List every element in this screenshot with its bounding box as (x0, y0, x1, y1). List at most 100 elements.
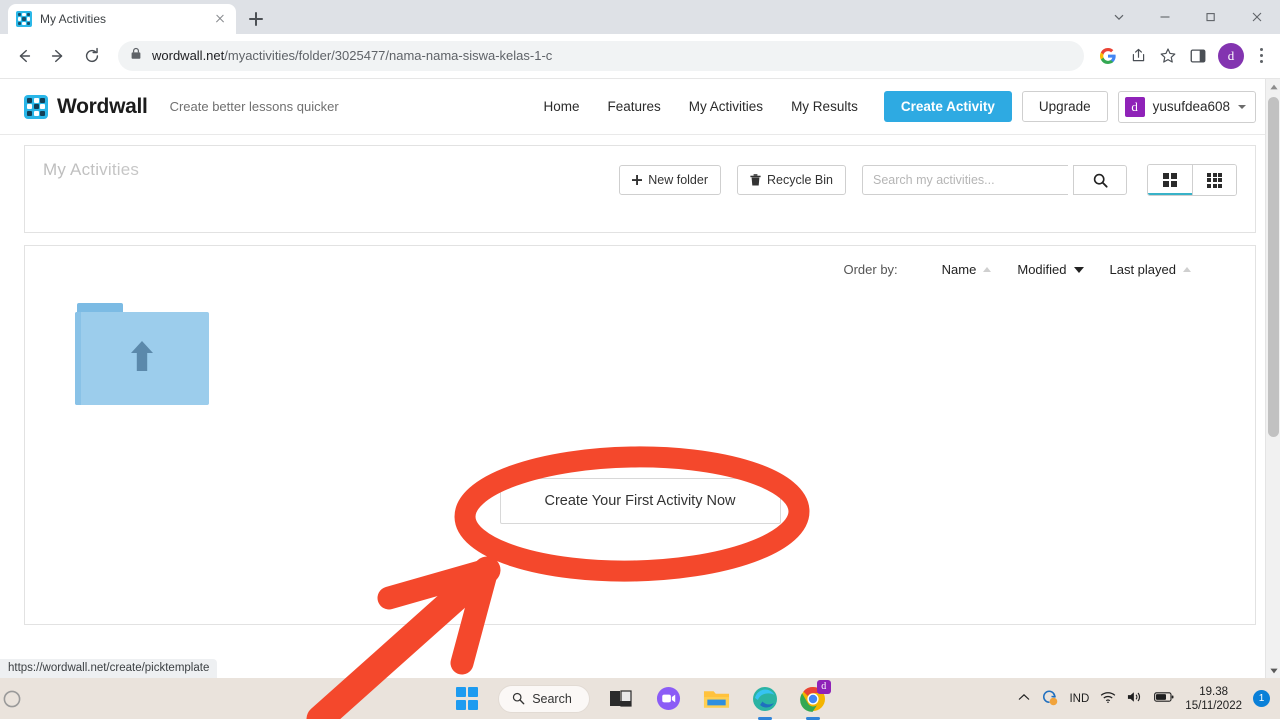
order-by-modified[interactable]: Modified (1017, 262, 1083, 277)
close-icon[interactable] (212, 11, 228, 27)
minimize-button[interactable] (1142, 0, 1188, 34)
windows-start-icon[interactable] (450, 682, 484, 716)
clock-date: 15/11/2022 (1185, 699, 1242, 713)
tab-strip: My Activities (0, 0, 1280, 34)
main-nav: Home Features My Activities My Results C… (530, 91, 1257, 123)
create-first-activity-button[interactable]: Create Your First Activity Now (500, 478, 781, 524)
kebab-menu-icon[interactable] (1250, 42, 1272, 70)
nav-item-home[interactable]: Home (530, 91, 594, 123)
order-by-label: Order by: (843, 262, 897, 277)
order-by-last-played-label: Last played (1110, 262, 1177, 277)
maximize-button[interactable] (1188, 0, 1234, 34)
onedrive-sync-icon[interactable] (1041, 689, 1058, 709)
chrome-icon[interactable]: d (796, 682, 830, 716)
nav-item-my-results[interactable]: My Results (777, 91, 872, 123)
breadcrumb-secondary (69, 212, 1237, 226)
order-bar: Order by: Name Modified Last played (43, 262, 1237, 277)
close-button[interactable] (1234, 0, 1280, 34)
search-group (862, 165, 1127, 195)
upgrade-button[interactable]: Upgrade (1022, 91, 1108, 122)
address-bar-url: wordwall.net/myactivities/folder/3025477… (152, 48, 552, 63)
brand-name: Wordwall (57, 95, 148, 119)
wordwall-logo[interactable]: Wordwall (24, 95, 148, 119)
task-view-icon[interactable] (604, 682, 638, 716)
taskbar-search[interactable]: Search (498, 685, 590, 713)
order-by-name-label: Name (942, 262, 977, 277)
folder-list (43, 303, 1237, 405)
google-icon[interactable] (1094, 42, 1122, 70)
user-menu[interactable]: d yusufdea608 (1118, 91, 1256, 123)
grid-large-icon (1163, 173, 1177, 187)
site-header: Wordwall Create better lessons quicker H… (0, 79, 1280, 135)
user-name: yusufdea608 (1153, 99, 1230, 114)
search-button[interactable] (1073, 165, 1127, 195)
activities-toolbar-panel: My Activities New folder Recy (24, 145, 1256, 233)
url-host: wordwall.net (152, 48, 224, 63)
arrow-up-icon (129, 339, 155, 373)
volume-icon[interactable] (1127, 690, 1143, 707)
system-tray: IND 19.38 15/11/2022 (1018, 685, 1270, 713)
nav-item-features[interactable]: Features (594, 91, 675, 123)
recycle-bin-label: Recycle Bin (767, 173, 833, 187)
forward-button[interactable] (42, 40, 74, 72)
avatar: d (1125, 97, 1145, 117)
browser-profile-avatar[interactable]: d (1218, 43, 1244, 69)
view-large-grid-button[interactable] (1148, 165, 1192, 195)
grid-small-icon (1207, 173, 1222, 188)
tab-search-button[interactable] (1096, 0, 1142, 34)
order-by-last-played[interactable]: Last played (1110, 262, 1192, 277)
reload-button[interactable] (76, 40, 108, 72)
wifi-icon[interactable] (1100, 691, 1116, 707)
recycle-bin-button[interactable]: Recycle Bin (737, 165, 846, 195)
parent-folder-item[interactable] (75, 303, 209, 405)
side-panel-icon[interactable] (1184, 42, 1212, 70)
activities-tools: New folder Recycle Bin (619, 164, 1237, 196)
wordwall-grid-icon (16, 11, 32, 27)
create-activity-button[interactable]: Create Activity (884, 91, 1012, 122)
browser-window: My Activities (0, 0, 1280, 678)
order-by-name[interactable]: Name (942, 262, 992, 277)
nav-item-my-activities[interactable]: My Activities (675, 91, 777, 123)
chevron-up-icon[interactable] (1018, 693, 1030, 705)
triangle-up-icon (983, 267, 991, 272)
chat-icon[interactable] (652, 682, 686, 716)
page-scrollbar[interactable] (1265, 79, 1280, 678)
activities-list-panel: Order by: Name Modified Last played (24, 245, 1256, 625)
new-folder-button[interactable]: New folder (619, 165, 721, 195)
first-activity-area: Create Your First Activity Now (25, 478, 1255, 524)
order-by-modified-label: Modified (1017, 262, 1066, 277)
browser-toolbar: wordwall.net/myactivities/folder/3025477… (0, 34, 1280, 78)
notification-badge[interactable]: 1 (1253, 690, 1270, 707)
edge-icon[interactable] (748, 682, 782, 716)
window-controls (1096, 0, 1280, 34)
chrome-profile-badge: d (817, 680, 831, 694)
scroll-up-button[interactable] (1266, 79, 1280, 95)
language-indicator[interactable]: IND (1069, 693, 1089, 705)
windows-taskbar: Search (0, 678, 1280, 719)
address-bar[interactable]: wordwall.net/myactivities/folder/3025477… (118, 41, 1084, 71)
triangle-down-icon (1074, 267, 1084, 273)
page-viewport: Wordwall Create better lessons quicker H… (0, 78, 1280, 678)
trash-icon (750, 174, 761, 186)
plus-icon (632, 175, 642, 185)
search-icon (1093, 173, 1108, 188)
file-explorer-icon[interactable] (700, 682, 734, 716)
share-icon[interactable] (1124, 42, 1152, 70)
new-tab-button[interactable] (242, 5, 270, 33)
view-toggle (1147, 164, 1237, 196)
battery-icon[interactable] (1154, 691, 1174, 706)
search-input[interactable] (862, 165, 1068, 195)
page-body: My Activities New folder Recy (0, 135, 1280, 625)
back-button[interactable] (8, 40, 40, 72)
wordwall-grid-icon (24, 95, 48, 119)
bookmark-star-icon[interactable] (1154, 42, 1182, 70)
browser-tab[interactable]: My Activities (8, 4, 236, 34)
view-small-grid-button[interactable] (1192, 165, 1236, 195)
lock-icon (130, 47, 142, 65)
scrollbar-thumb[interactable] (1268, 97, 1279, 437)
taskbar-clock[interactable]: 19.38 15/11/2022 (1185, 685, 1242, 713)
clock-time: 19.38 (1185, 685, 1242, 699)
scroll-down-button[interactable] (1266, 663, 1280, 678)
url-path: /myactivities/folder/3025477/nama-nama-s… (224, 48, 552, 63)
triangle-up-icon (1183, 267, 1191, 272)
